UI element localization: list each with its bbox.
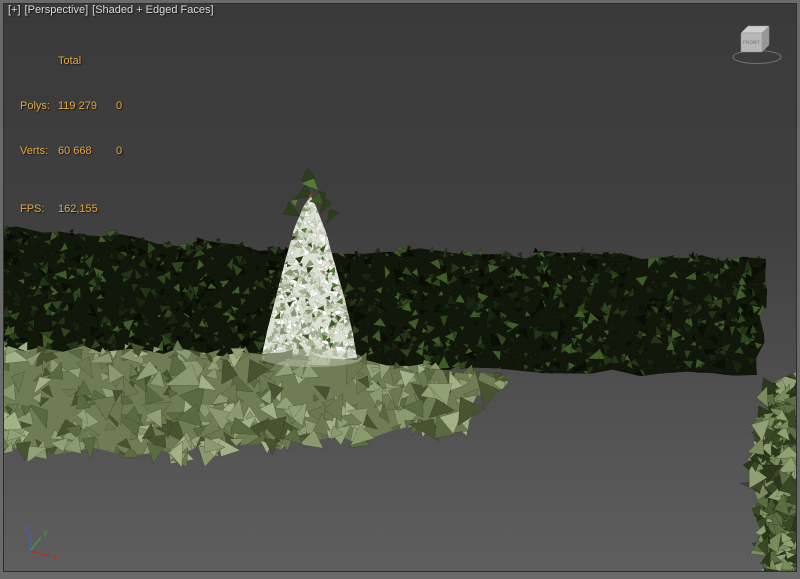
stats-polys-delta: 0 [116,99,122,114]
shrub-base-glow [262,349,362,367]
z-axis-label: z [25,524,29,533]
stats-fps-label: FPS: [20,202,58,217]
viewport-menu-shading[interactable]: [Shaded + Edged Faces] [92,4,213,16]
stats-verts-delta: 0 [116,144,122,159]
stats-fps-row: FPS: 162,155 [20,202,122,217]
stats-fps-value: 162,155 [58,202,116,217]
stats-verts-value: 60 668 [58,144,116,159]
viewport-menu-pov[interactable]: [Perspective] [25,4,89,16]
stats-header-row: Total [20,54,122,69]
max-viewport-window: x y z FRONT [+] [Perspective] [Shaded + … [0,0,800,579]
statistics-overlay: Total Polys: 119 279 0 Verts: 60 668 0 F… [20,24,122,247]
stats-total-header: Total [58,54,116,69]
y-axis-label: y [43,528,48,537]
stats-verts-label: Verts: [20,144,58,159]
stats-polys-label: Polys: [20,99,58,114]
stats-verts-row: Verts: 60 668 0 [20,144,122,159]
viewport-label: [+] [Perspective] [Shaded + Edged Faces] [8,4,214,16]
viewcube-face-label: FRONT [743,40,760,46]
stats-polys-value: 119 279 [58,99,116,114]
stats-polys-row: Polys: 119 279 0 [20,99,122,114]
x-axis-label: x [53,553,58,562]
viewport-menu-general[interactable]: [+] [8,4,21,16]
